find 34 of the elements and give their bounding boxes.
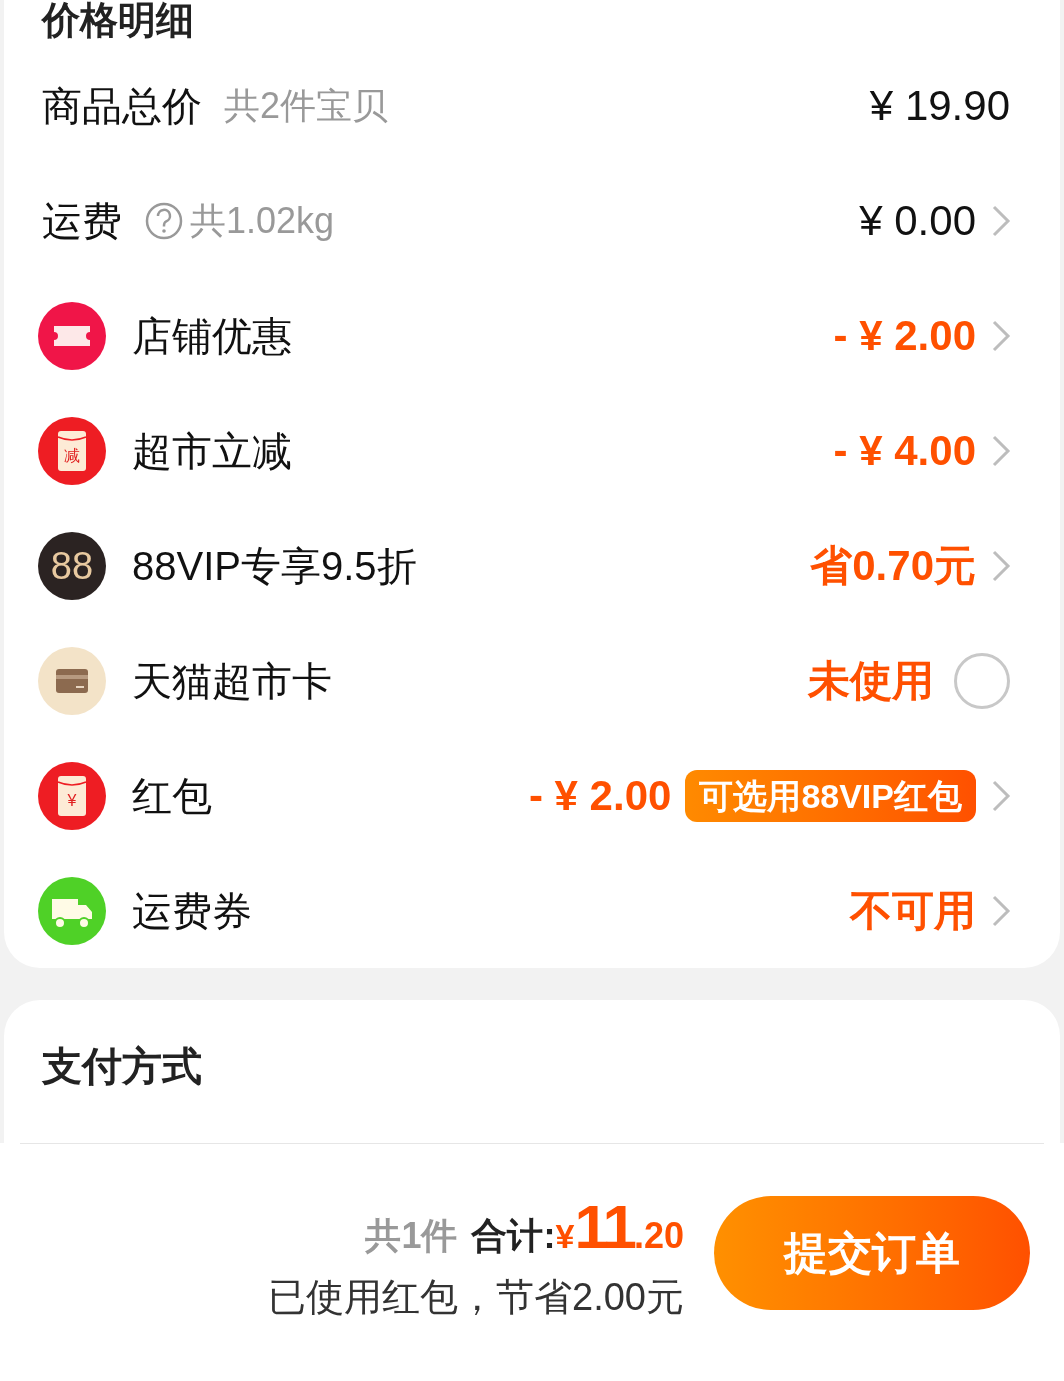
- row-value: 未使用: [808, 656, 934, 706]
- row-value[interactable]: - ¥ 2.00: [833, 304, 976, 367]
- row-note: 共2件宝贝: [224, 83, 389, 128]
- truck-icon: [38, 876, 106, 945]
- row-value[interactable]: 省0.70元: [810, 534, 976, 597]
- card-icon: [38, 646, 106, 715]
- row-value[interactable]: ¥ 0.00: [859, 189, 976, 252]
- section-title: 价格明细: [40, 0, 195, 43]
- total-price: ¥11.20: [555, 1191, 684, 1263]
- row-value[interactable]: 不可用: [850, 879, 976, 942]
- row-label: 超市立减: [132, 427, 292, 475]
- radio-button[interactable]: [954, 652, 1010, 709]
- row-label: 天猫超市卡: [132, 657, 332, 705]
- coupon-badge[interactable]: 可选用88VIP红包: [685, 769, 976, 822]
- row-label: 商品总价: [42, 82, 202, 130]
- saving-note: 已使用红包，节省2.00元: [268, 1275, 684, 1320]
- ticket-icon: [38, 301, 106, 370]
- envelope-icon: 减: [38, 416, 106, 485]
- row-label: 店铺优惠: [132, 312, 292, 360]
- row-note: 共1.02kg: [190, 198, 335, 243]
- section-title: 支付方式: [42, 1043, 203, 1090]
- envelope-icon: ¥: [38, 761, 106, 830]
- help-icon[interactable]: [144, 200, 184, 241]
- row-value[interactable]: - ¥ 2.00: [528, 764, 672, 827]
- row-value[interactable]: - ¥ 4.00: [833, 419, 976, 482]
- item-count: 共1件: [365, 1214, 458, 1258]
- submit-order-button[interactable]: 提交订单: [714, 1196, 1030, 1310]
- row-label: 红包: [132, 772, 212, 820]
- row-value: ¥ 19.90: [869, 81, 1010, 131]
- row-label: 运费: [42, 197, 122, 245]
- total-label: 合计:: [471, 1214, 556, 1258]
- row-label: 88VIP专享9.5折: [132, 542, 417, 590]
- row-label: 运费券: [132, 887, 252, 935]
- vip-badge-icon: 88: [38, 531, 106, 600]
